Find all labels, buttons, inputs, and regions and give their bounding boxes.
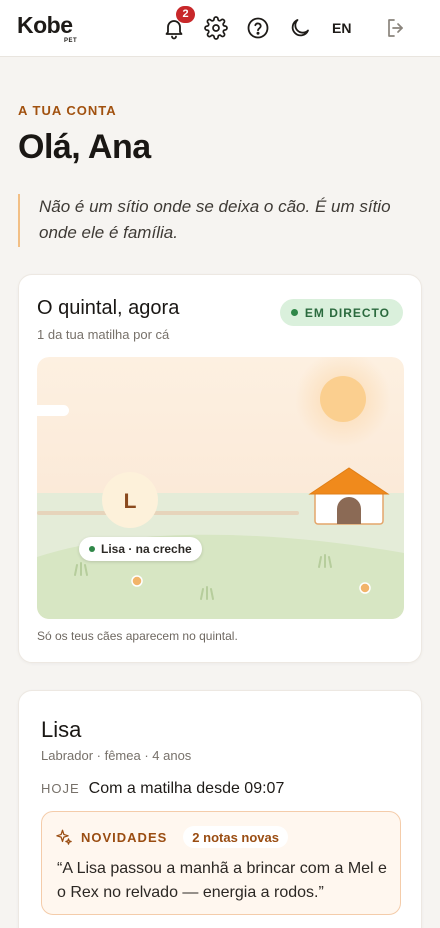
tagline-quote: Não é um sítio onde se deixa o cão. É um… xyxy=(18,194,418,247)
brand-sub: PET xyxy=(64,38,78,44)
help-icon[interactable] xyxy=(246,16,270,40)
news-header: NOVIDADES 2 notas novas xyxy=(55,826,288,848)
today-row: HOJE Com a matilha desde 09:07 xyxy=(41,780,284,798)
live-badge: EM DIRECTO xyxy=(279,299,403,326)
language-switch[interactable]: EN xyxy=(332,20,351,36)
page-title: Olá, Ana xyxy=(18,128,151,166)
yard-subtitle: 1 da tua matilha por cá xyxy=(37,327,170,342)
yard-scene: L xyxy=(37,357,404,619)
news-count-badge: 2 notas novas xyxy=(183,826,288,848)
gear-icon[interactable] xyxy=(204,16,228,40)
flower xyxy=(359,582,371,594)
today-label: HOJE xyxy=(41,781,80,796)
live-dot xyxy=(290,309,298,316)
flower xyxy=(131,575,143,587)
cloud xyxy=(37,405,69,416)
moon-icon[interactable] xyxy=(288,16,312,40)
dog-label-text: Lisa · na creche xyxy=(101,542,192,556)
dog-card[interactable]: Lisa Labrador · fêmea · 4 anos HOJE Com … xyxy=(18,690,422,928)
sun xyxy=(320,376,366,422)
yard-card: O quintal, agora 1 da tua matilha por cá… xyxy=(18,274,422,663)
section-eyebrow: A TUA CONTA xyxy=(18,103,117,118)
news-quote: “A Lisa passou a manhã a brincar com a M… xyxy=(57,860,387,901)
top-bar: Kobe PET 2 EN xyxy=(0,0,440,57)
notification-badge: 2 xyxy=(176,6,195,23)
dog-status-dot xyxy=(89,546,95,552)
live-label: EM DIRECTO xyxy=(304,305,390,320)
dog-avatar-initial: L xyxy=(124,490,137,513)
dog-location-label[interactable]: Lisa · na creche xyxy=(79,537,202,561)
fence-line xyxy=(37,511,299,515)
yard-note: Só os teus cães aparecem no quintal. xyxy=(37,629,238,643)
brand-name: Kobe xyxy=(17,12,73,38)
news-title: NOVIDADES xyxy=(81,829,168,845)
yard-title: O quintal, agora xyxy=(37,297,180,319)
sparkles-icon xyxy=(56,829,72,845)
dog-meta: Labrador · fêmea · 4 anos xyxy=(41,748,192,763)
brand-logo[interactable]: Kobe PET xyxy=(17,12,77,44)
news-box[interactable]: NOVIDADES 2 notas novas “A Lisa passou a… xyxy=(41,811,401,915)
today-value: Com a matilha desde 09:07 xyxy=(88,780,285,797)
dog-name: Lisa xyxy=(41,717,82,742)
logout-icon[interactable] xyxy=(384,16,408,40)
